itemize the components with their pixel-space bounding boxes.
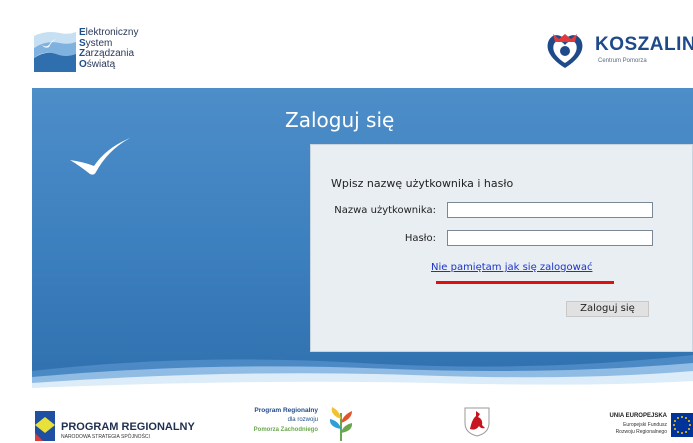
eszo-logo-text: Elektroniczny System Zarządzania Oświatą <box>79 27 139 70</box>
eu-line1: UNIA EUROPEJSKA <box>609 413 667 419</box>
password-label: Hasło: <box>404 233 436 244</box>
program-regionalny-subtitle: NARODOWA STRATEGIA SPÓJNOŚCI <box>61 434 150 440</box>
eu-logo: UNIA EUROPEJSKA Europejski Fundusz Rozwo… <box>560 413 693 443</box>
program-pomorze-logo: Program Regionalny dla rozwoju Pomorza Z… <box>240 407 360 441</box>
koszalin-logo: KOSZALIN Centrum Pomorza <box>543 30 693 70</box>
bird-icon <box>70 138 130 175</box>
eu-line2: Europejski Fundusz <box>623 422 667 428</box>
eszo-logo: Elektroniczny System Zarządzania Oświatą <box>32 27 152 88</box>
program-pomorze-line1: Program Regionalny <box>254 407 318 414</box>
username-input[interactable] <box>447 202 653 218</box>
eu-line3: Rozwoju Regionalnego <box>615 429 667 435</box>
program-regionalny-logo: PROGRAM REGIONALNY NARODOWA STRATEGIA SP… <box>33 411 233 441</box>
program-pomorze-line2: dla rozwoju <box>287 417 318 423</box>
program-pomorze-line3: Pomorza Zachodniego <box>253 427 318 433</box>
login-instruction: Wpisz nazwę użytkownika i hasło <box>331 177 514 190</box>
password-input[interactable] <box>447 230 653 246</box>
forgot-password-link[interactable]: Nie pamiętam jak się zalogować <box>431 262 592 273</box>
koszalin-heart-icon <box>547 34 583 68</box>
login-panel: Wpisz nazwę użytkownika i hasło Nazwa uż… <box>310 144 693 352</box>
login-button[interactable]: Zaloguj się <box>566 301 649 317</box>
highlight-underline <box>436 281 614 284</box>
colorful-leaves-icon <box>329 407 353 441</box>
login-title: Zaloguj się <box>285 108 395 132</box>
username-label: Nazwa użytkownika: <box>334 205 436 216</box>
koszalin-subtitle: Centrum Pomorza <box>598 58 647 64</box>
login-banner: Zaloguj się Wpisz nazwę użytkownika i ha… <box>32 88 693 393</box>
griffin-crest-icon <box>464 407 490 437</box>
eu-flag-icon <box>671 413 693 437</box>
eszo-logo-icon <box>34 32 76 72</box>
page-header: Elektroniczny System Zarządzania Oświatą… <box>0 0 693 88</box>
page-footer: PROGRAM REGIONALNY NARODOWA STRATEGIA SP… <box>0 393 693 443</box>
program-regionalny-icon <box>35 411 55 441</box>
program-regionalny-title: PROGRAM REGIONALNY <box>61 421 195 433</box>
koszalin-title: KOSZALIN <box>595 34 693 55</box>
